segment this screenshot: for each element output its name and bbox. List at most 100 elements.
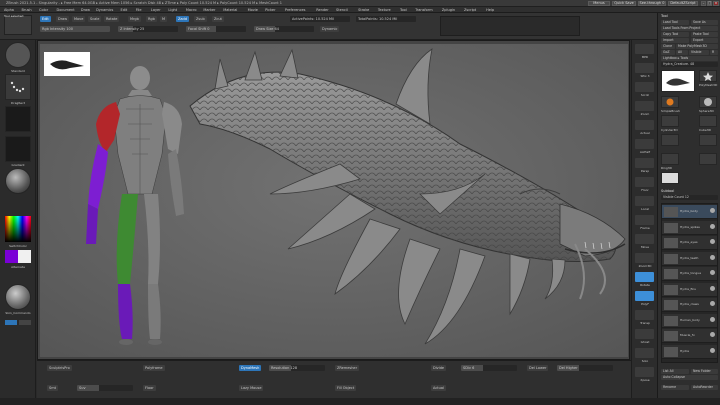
simplebrush-thumbnail[interactable] (661, 96, 679, 108)
skin-material-thumbnail[interactable] (5, 284, 31, 310)
draw-size-slider[interactable]: Draw Size 64 (254, 26, 314, 32)
shelf-button-ghost[interactable] (635, 329, 654, 339)
shelf-button-floor[interactable] (635, 177, 654, 187)
lightbox-tools-button[interactable]: Lightbox ▸ Tools (661, 56, 718, 61)
shelf-button-actual[interactable] (635, 120, 654, 130)
rgb-button[interactable]: Rgb (146, 16, 157, 22)
subtool-row[interactable]: Hydra_claws (662, 298, 717, 312)
copy-tool-button[interactable]: Copy Tool (661, 32, 689, 37)
subtool-row[interactable]: Hydra_fins (662, 282, 717, 297)
load-tools-from-project-button[interactable]: Load Tools From Project (661, 26, 718, 31)
all-button[interactable]: All (676, 50, 688, 55)
save-as-button[interactable]: Save As (691, 20, 718, 25)
bottom-button-lazy-mouse[interactable]: Lazy Mouse (239, 385, 264, 391)
shelf-button-local[interactable] (635, 196, 654, 206)
shelf-button-aahalf[interactable] (635, 139, 654, 149)
minimize-button[interactable]: – (701, 1, 706, 6)
close-button[interactable]: × (713, 1, 719, 6)
brush-thumbnail[interactable] (5, 42, 31, 68)
current-tool-thumbnail[interactable] (661, 70, 695, 92)
shelf-button-xpose[interactable] (635, 367, 654, 377)
menus-button[interactable]: Menus (588, 1, 610, 6)
paste-tool-button[interactable]: Paste Tool (691, 32, 718, 37)
bottom-button-dynamesh[interactable]: DynaMesh (239, 365, 262, 371)
hydra-thumbnail-2[interactable] (699, 153, 717, 165)
bottom-button-zremesher[interactable]: ZRemesher (335, 365, 360, 371)
projection-master-button[interactable] (4, 15, 32, 35)
bottom-button-actual[interactable]: Actual (431, 385, 446, 391)
subtool-row[interactable]: Hydra_spikes (662, 220, 717, 235)
sphere3d-thumbnail[interactable] (699, 96, 717, 108)
rgb-intensity-slider[interactable]: Rgb Intensity 100 (40, 26, 110, 32)
zadd-button[interactable]: Zadd (176, 16, 189, 22)
eye-icon[interactable] (710, 301, 715, 306)
polymesh3d-thumbnail[interactable] (699, 70, 717, 82)
see-through-slider[interactable]: See-through 0 (638, 1, 666, 6)
cube3d-thumbnail[interactable] (699, 115, 717, 127)
subtool-row[interactable]: Hydra_tongue (662, 267, 717, 281)
bottom-slider[interactable]: SDiv 6 (461, 365, 517, 371)
auto-collapse-button[interactable]: Auto Collapse (661, 375, 718, 380)
subtool-row[interactable]: Hydra_body (662, 205, 717, 219)
edit-button[interactable]: Edit (40, 16, 51, 22)
bottom-button-floor[interactable]: Floor (143, 385, 156, 391)
cylinder3d-thumbnail[interactable] (661, 115, 679, 127)
shelf-button-spix-3[interactable] (635, 63, 654, 73)
eye-icon[interactable] (710, 239, 715, 244)
auto-reorder-button[interactable]: AutoReorder (691, 385, 718, 390)
document-canvas[interactable] (40, 44, 628, 357)
list-all-button[interactable]: List All (661, 369, 689, 374)
bottom-button-smt[interactable]: Smt (47, 385, 59, 391)
secondary-color-swatch[interactable] (18, 250, 31, 263)
new-folder-button[interactable]: New Folder (691, 369, 718, 374)
rename-button[interactable]: Rename (661, 385, 689, 390)
bottom-slider[interactable]: Resolution 128 (269, 365, 325, 371)
shelf-button-scroll[interactable] (635, 82, 654, 92)
eye-icon[interactable] (710, 285, 715, 291)
subtool-row[interactable]: Muscle_fx (662, 329, 717, 343)
subtool-row[interactable]: Hydra_teeth (662, 251, 717, 266)
rgb-toggle[interactable] (5, 320, 17, 325)
alpha-thumbnail[interactable] (5, 106, 31, 132)
bottom-button-fill-object[interactable]: Fill Object (335, 385, 357, 391)
current-tool-slider[interactable]: Hydra_Creature. 48 (661, 62, 718, 67)
eye-icon[interactable] (710, 332, 715, 337)
subtool-row[interactable]: Human_body (662, 313, 717, 328)
rotate-button[interactable]: Rotate (104, 16, 120, 22)
export-button[interactable]: Export (691, 38, 718, 43)
eye-icon[interactable] (710, 347, 715, 353)
z-intensity-slider[interactable]: Z Intensity 25 (118, 26, 178, 32)
eye-icon[interactable] (710, 270, 715, 275)
shelf-button-frame[interactable] (635, 215, 654, 225)
ring3d-thumbnail[interactable] (661, 153, 679, 165)
zsub-button[interactable]: Zsub (194, 16, 207, 22)
skin-commando-thumbnail[interactable] (699, 134, 717, 146)
maximize-button[interactable]: □ (707, 1, 712, 6)
focal-shift-slider[interactable]: Focal Shift 0 (186, 26, 246, 32)
bottom-button-polyframe[interactable]: Polyframe (143, 365, 165, 371)
shelf-button-zoom3d[interactable] (635, 253, 654, 263)
texture-thumbnail[interactable] (5, 136, 31, 162)
bottom-button-sculptrispro[interactable]: SculptrisPro (47, 365, 72, 371)
bottom-slider[interactable]: Suv (77, 385, 133, 391)
clone-button[interactable]: Clone (661, 44, 675, 49)
hydra-thumbnail[interactable] (661, 134, 679, 146)
main-color-swatch[interactable] (5, 250, 18, 263)
visible-button[interactable]: Visible (689, 50, 709, 55)
m-toggle[interactable] (19, 320, 31, 325)
shelf-button-transp[interactable] (635, 310, 654, 320)
load-tool-button[interactable]: Load Tool (661, 20, 689, 25)
bottom-slider[interactable]: Del Higher (557, 365, 613, 371)
dynamic-button[interactable]: Dynamic (320, 26, 340, 32)
zcut-button[interactable]: Zcut (212, 16, 224, 22)
draw-button[interactable]: Draw (56, 16, 70, 22)
make-polymesh3d-button[interactable]: Make PolyMesh3D (676, 44, 718, 49)
eye-icon[interactable] (710, 223, 715, 229)
shelf-button-rotate[interactable] (635, 272, 654, 282)
bottom-button-del-lower[interactable]: Del Lower (527, 365, 549, 371)
eye-icon[interactable] (710, 254, 715, 260)
default-zscript-button[interactable]: DefaultZScript (668, 1, 698, 6)
quick-save-button[interactable]: Quick Save (612, 1, 636, 6)
shelf-button-polyf[interactable] (635, 291, 654, 301)
scale-button[interactable]: Scale (88, 16, 102, 22)
